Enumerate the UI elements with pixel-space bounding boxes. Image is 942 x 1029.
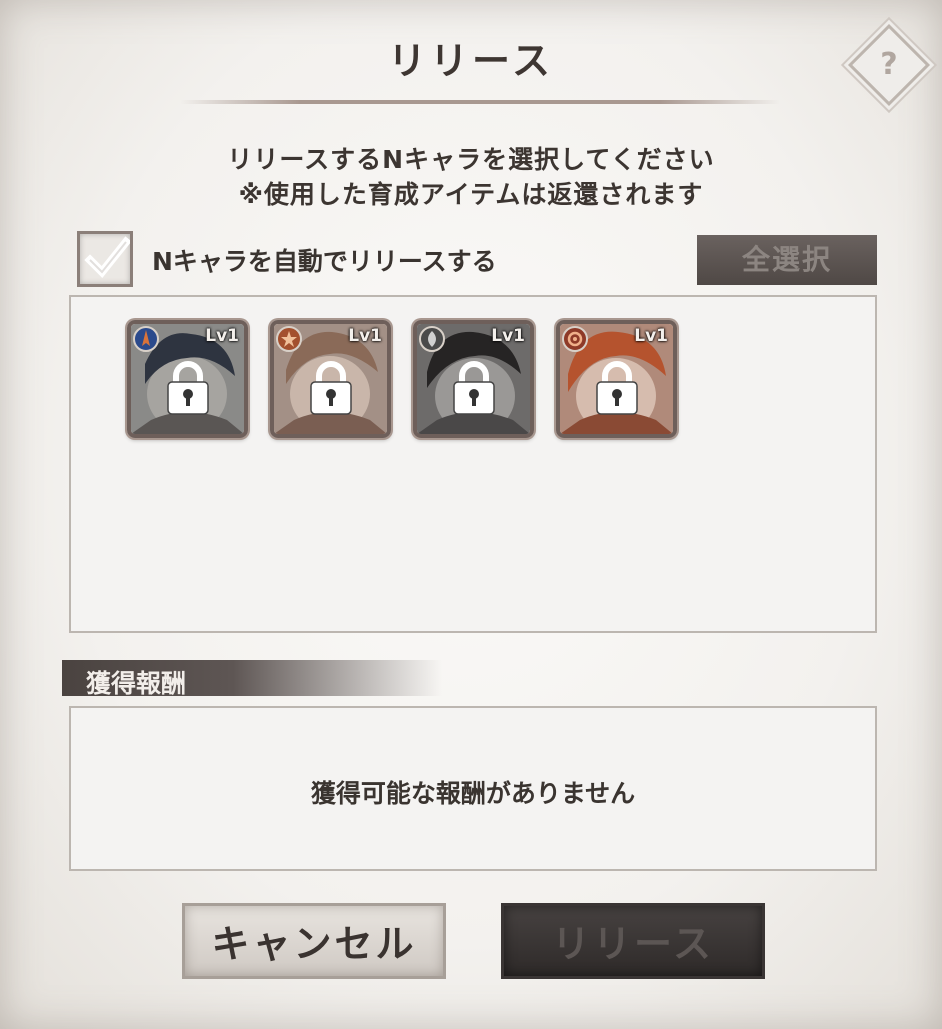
select-all-button[interactable]: 全選択 xyxy=(697,235,877,285)
question-diamond-icon[interactable]: ? xyxy=(860,36,918,94)
reward-header-title: 獲得報酬 xyxy=(86,669,187,698)
gray-leaf-element-icon xyxy=(419,326,445,352)
instruction-line-1: リリースするNキャラを選択してください xyxy=(227,145,715,174)
character-card[interactable]: Lv1 xyxy=(556,320,677,438)
character-card[interactable]: Lv1 xyxy=(127,320,248,438)
lock-icon xyxy=(310,361,352,415)
character-level: Lv1 xyxy=(205,326,239,346)
orange-star-element-icon xyxy=(276,326,302,352)
lock-icon xyxy=(596,361,638,415)
red-swirl-element-icon xyxy=(562,326,588,352)
lock-icon xyxy=(167,361,209,415)
reward-empty-message: 獲得可能な報酬がありません xyxy=(310,779,636,808)
instruction-line-2: ※使用した育成アイテムは返還されます xyxy=(238,180,704,209)
dialog-title: リリース xyxy=(387,38,555,83)
auto-release-label[interactable]: Nキャラを自動でリリースする xyxy=(152,242,497,278)
cancel-button[interactable]: キャンセル xyxy=(182,903,446,979)
character-card[interactable]: Lv1 xyxy=(413,320,534,438)
release-button[interactable]: リリース xyxy=(501,903,765,979)
character-level: Lv1 xyxy=(348,326,382,346)
character-level: Lv1 xyxy=(634,326,668,346)
character-card[interactable]: Lv1 xyxy=(270,320,391,438)
title-divider xyxy=(180,100,780,104)
release-dialog: リリース ? リリースするNキャラを選択してください ※使用した育成アイテムは返… xyxy=(0,0,942,1029)
lock-icon xyxy=(453,361,495,415)
checkmark-icon xyxy=(84,236,130,278)
character-level: Lv1 xyxy=(491,326,525,346)
blue-spear-element-icon xyxy=(133,326,159,352)
auto-release-checkbox[interactable] xyxy=(77,231,133,287)
